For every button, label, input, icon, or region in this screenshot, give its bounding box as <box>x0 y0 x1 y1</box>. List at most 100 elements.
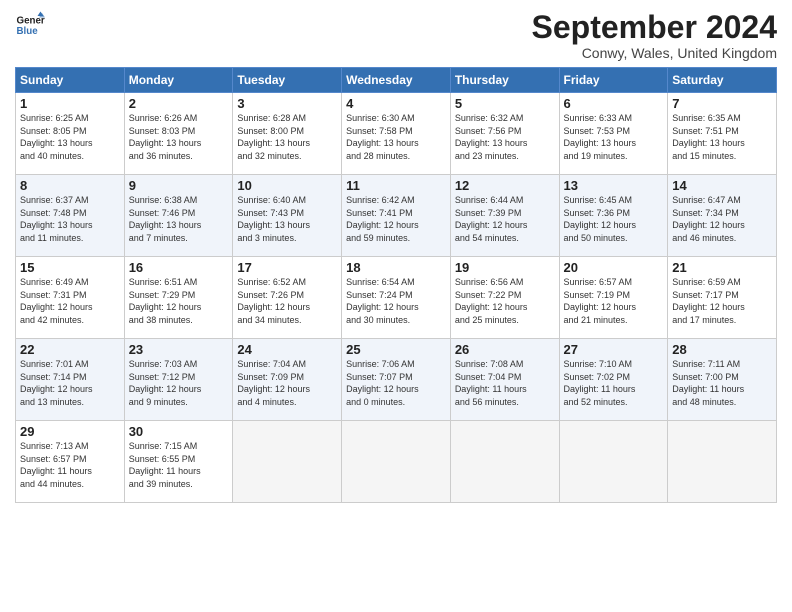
day-info: Sunrise: 6:40 AM Sunset: 7:43 PM Dayligh… <box>237 194 337 244</box>
day-info: Sunrise: 7:04 AM Sunset: 7:09 PM Dayligh… <box>237 358 337 408</box>
day-number: 17 <box>237 260 337 275</box>
day-info: Sunrise: 7:11 AM Sunset: 7:00 PM Dayligh… <box>672 358 772 408</box>
day-info: Sunrise: 6:42 AM Sunset: 7:41 PM Dayligh… <box>346 194 446 244</box>
day-cell: 27Sunrise: 7:10 AM Sunset: 7:02 PM Dayli… <box>559 339 668 421</box>
day-cell: 16Sunrise: 6:51 AM Sunset: 7:29 PM Dayli… <box>124 257 233 339</box>
day-number: 16 <box>129 260 229 275</box>
day-cell: 29Sunrise: 7:13 AM Sunset: 6:57 PM Dayli… <box>16 421 125 503</box>
day-number: 12 <box>455 178 555 193</box>
day-info: Sunrise: 6:45 AM Sunset: 7:36 PM Dayligh… <box>564 194 664 244</box>
day-info: Sunrise: 7:01 AM Sunset: 7:14 PM Dayligh… <box>20 358 120 408</box>
day-number: 2 <box>129 96 229 111</box>
col-sunday: Sunday <box>16 68 125 93</box>
day-cell: 13Sunrise: 6:45 AM Sunset: 7:36 PM Dayli… <box>559 175 668 257</box>
day-cell: 28Sunrise: 7:11 AM Sunset: 7:00 PM Dayli… <box>668 339 777 421</box>
day-cell: 3Sunrise: 6:28 AM Sunset: 8:00 PM Daylig… <box>233 93 342 175</box>
day-cell <box>233 421 342 503</box>
day-cell <box>559 421 668 503</box>
day-info: Sunrise: 6:25 AM Sunset: 8:05 PM Dayligh… <box>20 112 120 162</box>
day-info: Sunrise: 6:57 AM Sunset: 7:19 PM Dayligh… <box>564 276 664 326</box>
day-info: Sunrise: 6:47 AM Sunset: 7:34 PM Dayligh… <box>672 194 772 244</box>
day-cell: 6Sunrise: 6:33 AM Sunset: 7:53 PM Daylig… <box>559 93 668 175</box>
day-cell: 12Sunrise: 6:44 AM Sunset: 7:39 PM Dayli… <box>450 175 559 257</box>
day-cell: 11Sunrise: 6:42 AM Sunset: 7:41 PM Dayli… <box>342 175 451 257</box>
day-info: Sunrise: 6:59 AM Sunset: 7:17 PM Dayligh… <box>672 276 772 326</box>
day-cell <box>668 421 777 503</box>
day-cell: 14Sunrise: 6:47 AM Sunset: 7:34 PM Dayli… <box>668 175 777 257</box>
day-info: Sunrise: 6:32 AM Sunset: 7:56 PM Dayligh… <box>455 112 555 162</box>
col-friday: Friday <box>559 68 668 93</box>
day-info: Sunrise: 6:26 AM Sunset: 8:03 PM Dayligh… <box>129 112 229 162</box>
day-cell: 10Sunrise: 6:40 AM Sunset: 7:43 PM Dayli… <box>233 175 342 257</box>
day-cell: 30Sunrise: 7:15 AM Sunset: 6:55 PM Dayli… <box>124 421 233 503</box>
logo-icon: General Blue <box>15 10 45 40</box>
day-cell: 9Sunrise: 6:38 AM Sunset: 7:46 PM Daylig… <box>124 175 233 257</box>
title-block: September 2024 Conwy, Wales, United King… <box>532 10 777 61</box>
month-title: September 2024 <box>532 10 777 45</box>
day-cell: 22Sunrise: 7:01 AM Sunset: 7:14 PM Dayli… <box>16 339 125 421</box>
day-cell: 25Sunrise: 7:06 AM Sunset: 7:07 PM Dayli… <box>342 339 451 421</box>
day-number: 30 <box>129 424 229 439</box>
day-cell: 15Sunrise: 6:49 AM Sunset: 7:31 PM Dayli… <box>16 257 125 339</box>
day-info: Sunrise: 6:51 AM Sunset: 7:29 PM Dayligh… <box>129 276 229 326</box>
day-number: 18 <box>346 260 446 275</box>
col-wednesday: Wednesday <box>342 68 451 93</box>
day-number: 22 <box>20 342 120 357</box>
day-info: Sunrise: 7:06 AM Sunset: 7:07 PM Dayligh… <box>346 358 446 408</box>
col-monday: Monday <box>124 68 233 93</box>
day-cell: 1Sunrise: 6:25 AM Sunset: 8:05 PM Daylig… <box>16 93 125 175</box>
day-info: Sunrise: 6:37 AM Sunset: 7:48 PM Dayligh… <box>20 194 120 244</box>
day-info: Sunrise: 6:33 AM Sunset: 7:53 PM Dayligh… <box>564 112 664 162</box>
days-header-row: Sunday Monday Tuesday Wednesday Thursday… <box>16 68 777 93</box>
day-number: 19 <box>455 260 555 275</box>
day-number: 28 <box>672 342 772 357</box>
day-info: Sunrise: 6:28 AM Sunset: 8:00 PM Dayligh… <box>237 112 337 162</box>
day-number: 15 <box>20 260 120 275</box>
week-row-4: 22Sunrise: 7:01 AM Sunset: 7:14 PM Dayli… <box>16 339 777 421</box>
day-number: 3 <box>237 96 337 111</box>
day-number: 23 <box>129 342 229 357</box>
day-info: Sunrise: 7:08 AM Sunset: 7:04 PM Dayligh… <box>455 358 555 408</box>
day-cell: 7Sunrise: 6:35 AM Sunset: 7:51 PM Daylig… <box>668 93 777 175</box>
day-number: 27 <box>564 342 664 357</box>
day-cell: 24Sunrise: 7:04 AM Sunset: 7:09 PM Dayli… <box>233 339 342 421</box>
day-number: 9 <box>129 178 229 193</box>
day-number: 8 <box>20 178 120 193</box>
col-saturday: Saturday <box>668 68 777 93</box>
svg-text:Blue: Blue <box>17 26 39 37</box>
day-number: 10 <box>237 178 337 193</box>
col-thursday: Thursday <box>450 68 559 93</box>
day-cell: 26Sunrise: 7:08 AM Sunset: 7:04 PM Dayli… <box>450 339 559 421</box>
day-number: 7 <box>672 96 772 111</box>
day-number: 26 <box>455 342 555 357</box>
day-number: 14 <box>672 178 772 193</box>
day-cell: 17Sunrise: 6:52 AM Sunset: 7:26 PM Dayli… <box>233 257 342 339</box>
day-number: 25 <box>346 342 446 357</box>
day-cell: 20Sunrise: 6:57 AM Sunset: 7:19 PM Dayli… <box>559 257 668 339</box>
day-info: Sunrise: 6:52 AM Sunset: 7:26 PM Dayligh… <box>237 276 337 326</box>
day-number: 24 <box>237 342 337 357</box>
logo: General Blue <box>15 10 45 40</box>
day-number: 21 <box>672 260 772 275</box>
day-number: 6 <box>564 96 664 111</box>
day-info: Sunrise: 6:54 AM Sunset: 7:24 PM Dayligh… <box>346 276 446 326</box>
day-number: 11 <box>346 178 446 193</box>
day-cell <box>450 421 559 503</box>
day-cell: 21Sunrise: 6:59 AM Sunset: 7:17 PM Dayli… <box>668 257 777 339</box>
day-cell: 2Sunrise: 6:26 AM Sunset: 8:03 PM Daylig… <box>124 93 233 175</box>
week-row-2: 8Sunrise: 6:37 AM Sunset: 7:48 PM Daylig… <box>16 175 777 257</box>
subtitle: Conwy, Wales, United Kingdom <box>532 45 777 61</box>
day-cell: 18Sunrise: 6:54 AM Sunset: 7:24 PM Dayli… <box>342 257 451 339</box>
day-info: Sunrise: 6:30 AM Sunset: 7:58 PM Dayligh… <box>346 112 446 162</box>
day-cell: 23Sunrise: 7:03 AM Sunset: 7:12 PM Dayli… <box>124 339 233 421</box>
header: General Blue September 2024 Conwy, Wales… <box>15 10 777 61</box>
day-number: 13 <box>564 178 664 193</box>
day-number: 4 <box>346 96 446 111</box>
day-info: Sunrise: 6:35 AM Sunset: 7:51 PM Dayligh… <box>672 112 772 162</box>
day-info: Sunrise: 7:10 AM Sunset: 7:02 PM Dayligh… <box>564 358 664 408</box>
day-number: 20 <box>564 260 664 275</box>
day-number: 29 <box>20 424 120 439</box>
day-cell: 4Sunrise: 6:30 AM Sunset: 7:58 PM Daylig… <box>342 93 451 175</box>
week-row-3: 15Sunrise: 6:49 AM Sunset: 7:31 PM Dayli… <box>16 257 777 339</box>
day-number: 5 <box>455 96 555 111</box>
